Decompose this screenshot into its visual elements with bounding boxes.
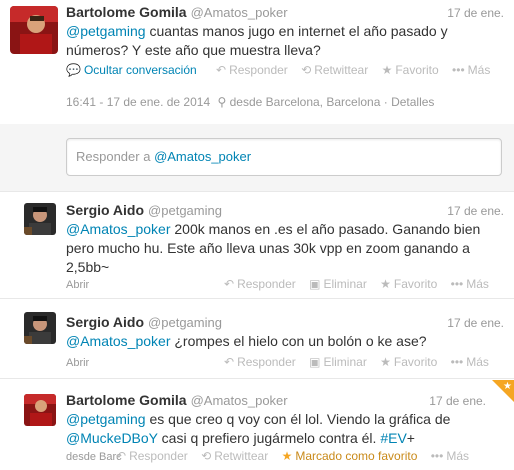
mention-link[interactable]: @petgaming — [66, 23, 146, 39]
author-handle[interactable]: @Amatos_poker — [191, 5, 288, 20]
retweet-action[interactable]: ⟲ Retwittear — [201, 449, 268, 463]
star-icon: ★ — [281, 449, 293, 463]
reply-action[interactable]: ↶ Responder — [224, 355, 296, 369]
avatar[interactable] — [10, 6, 58, 54]
author-handle[interactable]: @Amatos_poker — [191, 393, 288, 408]
reply-input[interactable]: Responder a @Amatos_poker — [66, 138, 502, 176]
tweet-sergio-1: Sergio Aido @petgaming 17 de ene. @Amatos… — [0, 193, 514, 299]
mention-link[interactable]: @Amatos_poker — [66, 221, 170, 237]
reply-icon: ↶ — [116, 449, 127, 463]
tweet-bartolome-1: Bartolome Gomila @Amatos_poker 17 de ene.… — [0, 0, 514, 124]
author-handle[interactable]: @petgaming — [148, 203, 222, 218]
tweet-sergio-2: Sergio Aido @petgaming 17 de ene. @Amatos… — [0, 300, 514, 379]
hashtag-link[interactable]: #EV — [380, 430, 406, 446]
tweet-text: @Amatos_poker 200k manos en .es el año p… — [66, 221, 481, 275]
tweet-bartolome-2: ★ Bartolome Gomila @Amatos_poker 17 de en… — [0, 380, 514, 470]
star-icon: ★ — [380, 277, 391, 291]
retweet-icon: ⟲ — [201, 449, 212, 463]
delete-action[interactable]: ▣ Eliminar — [309, 355, 367, 369]
author-name[interactable]: Sergio Aido @petgaming — [66, 314, 222, 330]
location-icon: ⚲ — [217, 95, 227, 109]
location-text[interactable]: desde Barcelona, Barcelona — [230, 95, 381, 109]
open-link[interactable]: Abrir — [66, 357, 89, 369]
more-icon: ••• — [452, 63, 465, 77]
tweet-time[interactable]: 17 de ene. — [447, 316, 504, 330]
tweet-actions: ↶ Responder ▣ Eliminar ★ Favorito ••• Más — [224, 355, 489, 369]
star-icon: ★ — [381, 63, 393, 77]
full-timestamp[interactable]: 16:41 - 17 de ene. de 2014 — [66, 95, 210, 109]
star-icon: ★ — [380, 355, 391, 369]
favorite-action[interactable]: ★ Favorito — [380, 277, 437, 291]
mention-link[interactable]: @petgaming — [66, 411, 146, 427]
tweet-time[interactable]: 17 de ene. — [447, 6, 504, 20]
more-action[interactable]: ••• Más — [452, 63, 490, 77]
conversation-icon: 💬 — [66, 63, 81, 77]
reply-icon: ↶ — [216, 63, 227, 77]
tweet-actions: ↶ Responder ▣ Eliminar ★ Favorito ••• Más — [224, 277, 489, 291]
location-short[interactable]: desde Barc — [66, 451, 122, 463]
details-link[interactable]: Detalles — [391, 95, 434, 109]
more-icon: ••• — [450, 277, 464, 291]
reply-icon: ↶ — [224, 277, 235, 291]
more-icon: ••• — [430, 449, 444, 463]
trash-icon: ▣ — [309, 277, 321, 291]
hide-conversation-link[interactable]: 💬 Ocultar conversación — [66, 63, 197, 77]
reply-icon: ↶ — [224, 355, 235, 369]
author-name[interactable]: Bartolome Gomila @Amatos_poker — [66, 4, 288, 20]
reply-action[interactable]: ↶ Responder — [216, 63, 288, 77]
more-action[interactable]: ••• Más — [431, 449, 469, 463]
open-link[interactable]: Abrir — [66, 279, 89, 291]
retweet-action[interactable]: ⟲ Retwittear — [301, 63, 368, 77]
tweet-time[interactable]: 17 de ene. — [429, 394, 486, 408]
reply-action[interactable]: ↶ Responder — [116, 449, 188, 463]
trash-icon: ▣ — [309, 355, 321, 369]
favorite-action[interactable]: ★ Favorito — [382, 63, 439, 77]
favorite-action[interactable]: ★ Favorito — [380, 355, 437, 369]
author-name[interactable]: Sergio Aido @petgaming — [66, 202, 222, 218]
tweet-text: @Amatos_poker ¿rompes el hielo con un bo… — [66, 333, 427, 349]
mention-link[interactable]: @Amatos_poker — [66, 333, 170, 349]
tweet-time[interactable]: 17 de ene. — [447, 204, 504, 218]
tweet-timestamp-line: 16:41 - 17 de ene. de 2014 ⚲ desde Barce… — [66, 95, 435, 109]
avatar[interactable] — [24, 312, 56, 344]
avatar[interactable] — [24, 203, 56, 235]
avatar[interactable] — [24, 394, 56, 426]
more-action[interactable]: ••• Más — [451, 277, 489, 291]
more-icon: ••• — [450, 355, 464, 369]
tweet-text: @petgaming es que creo q voy con él lol.… — [66, 411, 451, 446]
mention-link-2[interactable]: @MuckeDBoY — [66, 430, 158, 446]
reply-action[interactable]: ↶ Responder — [224, 277, 296, 291]
tweet-actions: 💬 Ocultar conversación ↶ Responder ⟲ Retwit… — [66, 63, 490, 77]
author-name[interactable]: Bartolome Gomila @Amatos_poker — [66, 392, 288, 408]
delete-action[interactable]: ▣ Eliminar — [309, 277, 367, 291]
tweet-text: @petgaming cuantas manos jugo en interne… — [66, 23, 448, 58]
tweet-actions: ↶ Responder ⟲ Retwittear ★ Marcado como fav… — [116, 449, 469, 463]
author-handle[interactable]: @petgaming — [148, 315, 222, 330]
favorited-action[interactable]: ★ Marcado como favorito — [282, 449, 418, 463]
star-icon: ★ — [503, 381, 512, 392]
retweet-icon: ⟲ — [301, 63, 312, 77]
more-action[interactable]: ••• Más — [451, 355, 489, 369]
